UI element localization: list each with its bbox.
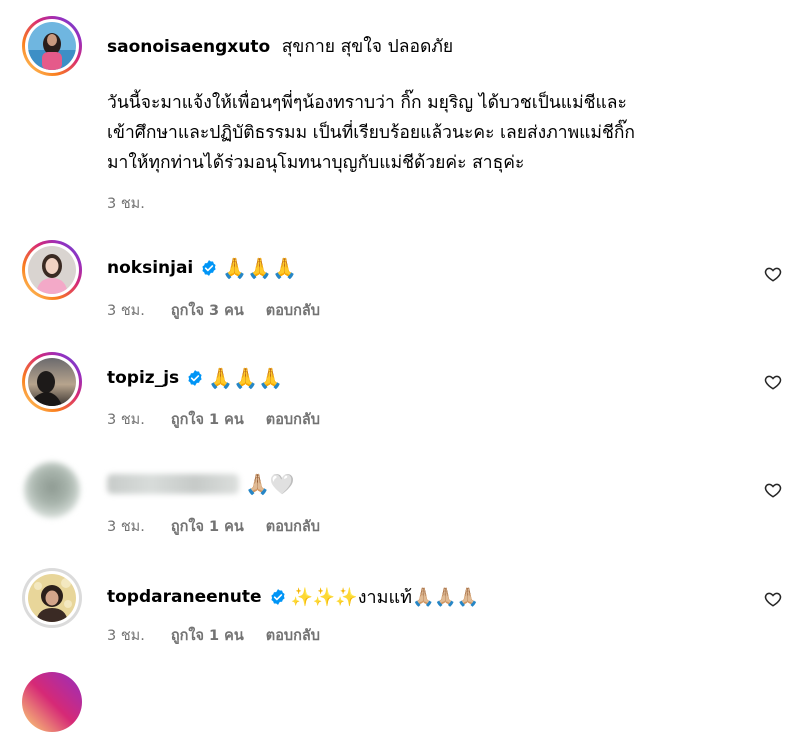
reply-button[interactable]: ตอบกลับ — [266, 624, 320, 647]
avatar-image — [28, 574, 76, 622]
comment-text: 🙏🙏🙏 — [208, 366, 283, 390]
comment-avatar[interactable] — [22, 240, 82, 300]
avatar-image — [28, 358, 76, 406]
caption-line: วันนี้จะมาแจ้งให้เพื่อนๆพี่ๆน้องทราบว่า … — [107, 93, 627, 113]
comment-text: 🙏🏼🤍 — [245, 472, 295, 496]
comment-header: noksinjai 🙏🙏🙏 — [107, 256, 297, 280]
comment-avatar[interactable] — [24, 462, 80, 518]
reply-button[interactable]: ตอบกลับ — [266, 408, 320, 431]
caption-time[interactable]: 3 ชม. — [107, 192, 145, 215]
caption-line: เข้าศึกษาและปฏิบัติธรรมม เป็นที่เรียบร้อ… — [107, 123, 636, 143]
comment-username-blurred[interactable] — [107, 474, 239, 494]
heart-outline-icon[interactable] — [764, 373, 782, 391]
comment-meta: 3 ชม. ถูกใจ 1 คน ตอบกลับ — [107, 515, 342, 538]
comment-time[interactable]: 3 ชม. — [107, 624, 145, 647]
comment-username[interactable]: noksinjai — [107, 258, 193, 278]
comment-username[interactable]: topdaraneenute — [107, 587, 262, 607]
comment-text: 🙏🙏🙏 — [222, 256, 297, 280]
reply-button[interactable]: ตอบกลับ — [266, 515, 320, 538]
comment-meta: 3 ชม. ถูกใจ 1 คน ตอบกลับ — [107, 624, 342, 647]
avatar-image — [28, 22, 76, 70]
caption-avatar[interactable] — [22, 16, 82, 76]
comment-likes[interactable]: ถูกใจ 1 คน — [171, 515, 244, 538]
caption-username[interactable]: saonoisaengxuto — [107, 37, 270, 57]
comment-username[interactable]: topiz_js — [107, 368, 179, 388]
avatar-image — [28, 246, 76, 294]
caption-title: สุขกาย สุขใจ ปลอดภัย — [281, 37, 454, 57]
verified-badge-icon — [270, 588, 285, 605]
comment-avatar[interactable] — [22, 568, 82, 628]
comment-meta: 3 ชม. ถูกใจ 3 คน ตอบกลับ — [107, 299, 342, 322]
comment-likes[interactable]: ถูกใจ 1 คน — [171, 408, 244, 431]
comment-likes[interactable]: ถูกใจ 3 คน — [171, 299, 244, 322]
comment-time[interactable]: 3 ชม. — [107, 299, 145, 322]
comment-time[interactable]: 3 ชม. — [107, 408, 145, 431]
caption-meta: 3 ชม. — [107, 192, 167, 215]
next-comment-avatar[interactable] — [22, 672, 82, 732]
heart-outline-icon[interactable] — [764, 590, 782, 608]
comment-time[interactable]: 3 ชม. — [107, 515, 145, 538]
caption-header: saonoisaengxuto สุขกาย สุขใจ ปลอดภัย — [107, 32, 453, 60]
comment-text: ✨✨✨งามแท้🙏🏼🙏🏼🙏🏼 — [290, 587, 480, 608]
verified-badge-icon — [202, 260, 216, 276]
comment-likes[interactable]: ถูกใจ 1 คน — [171, 624, 244, 647]
heart-outline-icon[interactable] — [764, 265, 782, 283]
heart-outline-icon[interactable] — [764, 481, 782, 499]
reply-button[interactable]: ตอบกลับ — [266, 299, 320, 322]
comment-header: topdaraneenute ✨✨✨งามแท้🙏🏼🙏🏼🙏🏼 — [107, 582, 479, 611]
comment-avatar[interactable] — [22, 352, 82, 412]
caption-body: วันนี้จะมาแจ้งให้เพื่อนๆพี่ๆน้องทราบว่า … — [107, 88, 635, 178]
caption-line: มาให้ทุกท่านได้ร่วมอนุโมทนาบุญกับแม่ชีด้… — [107, 153, 525, 173]
comment-meta: 3 ชม. ถูกใจ 1 คน ตอบกลับ — [107, 408, 342, 431]
comment-header: topiz_js 🙏🙏🙏 — [107, 366, 283, 390]
comment-header: 🙏🏼🤍 — [107, 472, 295, 496]
verified-badge-icon — [188, 370, 202, 386]
